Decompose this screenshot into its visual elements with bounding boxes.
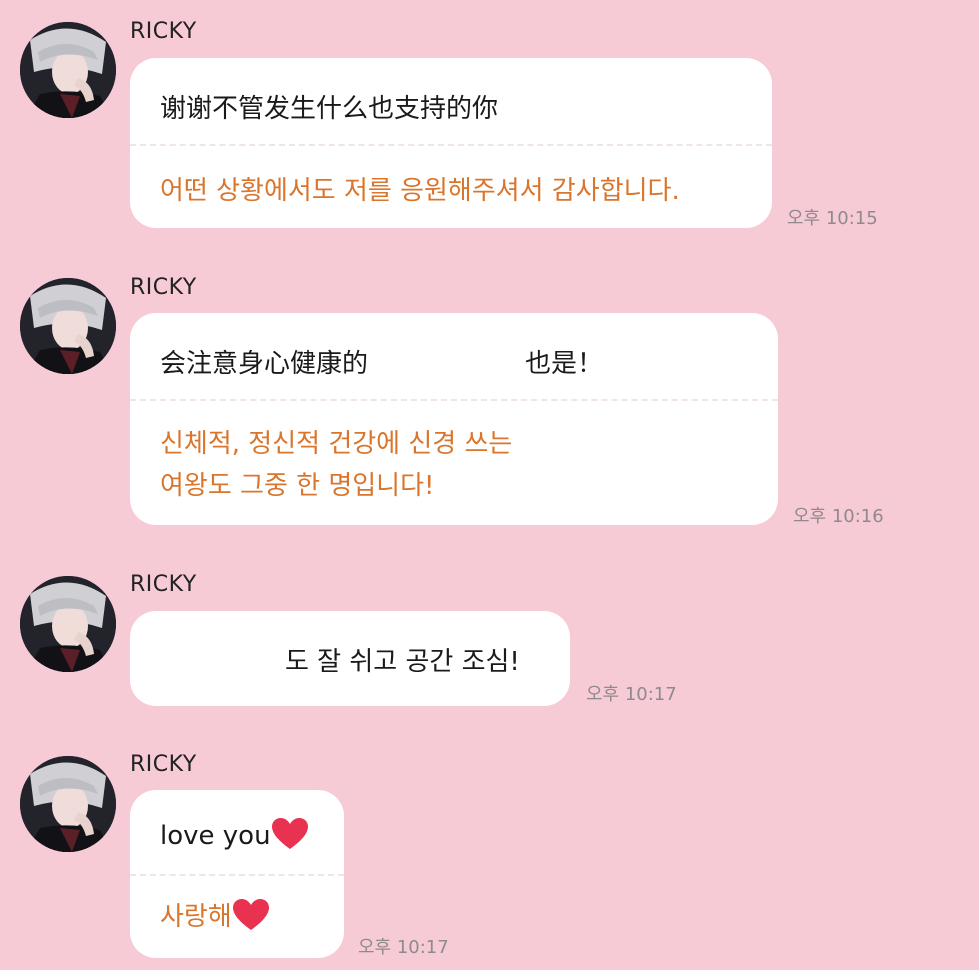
message-timestamp: 오후 10:15 (787, 208, 878, 229)
avatar[interactable] (20, 756, 116, 852)
avatar[interactable] (20, 22, 116, 118)
bubble-divider (130, 144, 772, 146)
sender-name: RICKY (130, 572, 197, 597)
message-chinese-text: 会注意身心健康的 (160, 349, 369, 379)
bubble-divider (130, 399, 778, 401)
message-timestamp: 오후 10:17 (586, 684, 677, 705)
message-korean-text: 어떤 상황에서도 저를 응원해주셔서 감사합니다. (160, 176, 680, 206)
bubble-divider (130, 874, 344, 876)
message-text: 도 잘 쉬고 공간 조심! (285, 647, 520, 677)
sender-name: RICKY (130, 752, 197, 777)
message-korean-text: 신체적, 정신적 건강에 신경 쓰는 (160, 429, 513, 459)
message-korean-text: 사랑해 (160, 902, 232, 932)
message-bubble[interactable]: 会注意身心健康的 也是！ 신체적, 정신적 건강에 신경 쓰는 여왕도 그중 한… (130, 313, 778, 525)
sender-name: RICKY (130, 19, 197, 44)
message-bubble[interactable]: 谢谢不管发生什么也支持的你 어떤 상황에서도 저를 응원해주셔서 감사합니다. (130, 58, 772, 228)
message-korean-line: 사랑해 (160, 896, 269, 944)
message-chinese-text-end: 也是！ (525, 349, 604, 379)
message-korean-text: 여왕도 그중 한 명입니다! (160, 471, 435, 501)
heart-icon (232, 899, 269, 944)
heart-icon (271, 818, 308, 857)
message-english-text: love you (160, 821, 271, 851)
message-chinese-text: 谢谢不管发生什么也支持的你 (160, 94, 499, 124)
message-timestamp: 오후 10:16 (793, 506, 884, 527)
avatar[interactable] (20, 576, 116, 672)
message-bubble[interactable]: love you 사랑해 (130, 790, 344, 958)
message-bubble[interactable]: 도 잘 쉬고 공간 조심! (130, 611, 570, 706)
avatar[interactable] (20, 278, 116, 374)
message-timestamp: 오후 10:17 (358, 937, 449, 958)
message-english-line: love you (160, 818, 308, 857)
sender-name: RICKY (130, 275, 197, 300)
